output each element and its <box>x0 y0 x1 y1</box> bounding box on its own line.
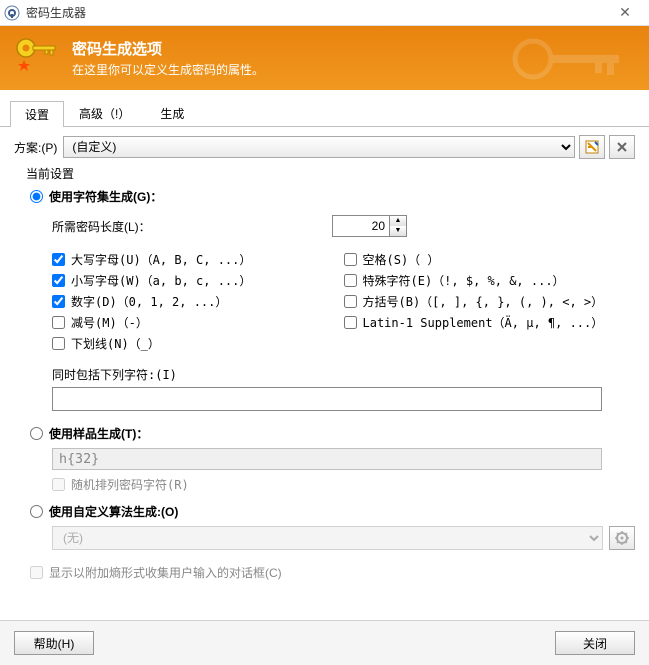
entropy-label: 显示以附加熵形式收集用户输入的对话框(C) <box>49 564 282 581</box>
charset-left-label-4: 下划线(N)（_） <box>71 335 160 352</box>
banner-heading: 密码生成选项 <box>72 38 264 59</box>
radio-pattern[interactable] <box>30 427 43 440</box>
titlebar: 密码生成器 ✕ <box>0 0 649 26</box>
charset-right-checkbox-3[interactable] <box>344 316 357 329</box>
radio-charset[interactable] <box>30 190 43 203</box>
charset-left-checkbox-1[interactable] <box>52 274 65 287</box>
shuffle-checkbox <box>52 478 65 491</box>
radio-algo[interactable] <box>30 505 43 518</box>
charset-left-checkbox-0[interactable] <box>52 253 65 266</box>
charset-left-label-1: 小写字母(W)（a, b, c, ...） <box>71 272 251 289</box>
charset-right-label-1: 特殊字符(E)（!, $, %, &, ...） <box>363 272 565 289</box>
charset-left-checkbox-3[interactable] <box>52 316 65 329</box>
delete-scheme-button[interactable] <box>609 135 635 159</box>
radio-pattern-label: 使用样品生成(T)： <box>49 425 148 442</box>
charset-left-label-3: 减号(M)（-） <box>71 314 148 331</box>
close-icon[interactable]: ✕ <box>605 4 645 21</box>
shuffle-label: 随机排列密码字符(R) <box>71 476 189 493</box>
scheme-select[interactable]: (自定义) <box>63 136 575 158</box>
pattern-input <box>52 448 602 470</box>
tab-bar: 设置 高级（!） 生成 <box>0 96 649 127</box>
charset-left-checkbox-4[interactable] <box>52 337 65 350</box>
radio-algo-label: 使用自定义算法生成:(O) <box>49 503 178 520</box>
charset-right-checkbox-0[interactable] <box>344 253 357 266</box>
banner-watermark <box>499 31 639 87</box>
charset-right-label-3: Latin-1 Supplement（Ä, µ, ¶, ...） <box>363 314 604 331</box>
app-icon <box>4 5 20 21</box>
also-include-label: 同时包括下列字符:(I) <box>52 366 635 383</box>
tab-advanced[interactable]: 高级（!） <box>64 100 145 126</box>
also-include-input[interactable] <box>52 387 602 411</box>
help-button[interactable]: 帮助(H) <box>14 631 94 655</box>
length-spinner[interactable]: ▲ ▼ <box>332 215 407 237</box>
save-scheme-button[interactable] <box>579 135 605 159</box>
entropy-checkbox <box>30 566 43 579</box>
charset-left-label-2: 数字(D)（0, 1, 2, ...） <box>71 293 227 310</box>
algo-config-button <box>609 526 635 550</box>
close-button[interactable]: 关闭 <box>555 631 635 655</box>
banner: 密码生成选项 在这里你可以定义生成密码的属性。 <box>0 26 649 90</box>
banner-sub: 在这里你可以定义生成密码的属性。 <box>72 61 264 78</box>
spinner-down-icon[interactable]: ▼ <box>390 226 406 236</box>
charset-left-checkbox-2[interactable] <box>52 295 65 308</box>
current-settings-label: 当前设置 <box>26 165 635 182</box>
key-icon <box>12 34 60 82</box>
content: 方案:(P) (自定义) 当前设置 使用字符集生成(G)： 所需密码长度(L)：… <box>0 127 649 589</box>
charset-right-label-0: 空格(S)（ ） <box>363 251 440 268</box>
window-title: 密码生成器 <box>26 4 605 21</box>
charset-left-label-0: 大写字母(U)（A, B, C, ...） <box>71 251 251 268</box>
algo-select: (无) <box>52 526 603 550</box>
scheme-label: 方案:(P) <box>14 139 57 156</box>
tab-generate[interactable]: 生成 <box>145 100 199 126</box>
charset-right-checkbox-2[interactable] <box>344 295 357 308</box>
charset-right-checkbox-1[interactable] <box>344 274 357 287</box>
length-input[interactable] <box>333 216 389 236</box>
spinner-up-icon[interactable]: ▲ <box>390 216 406 226</box>
radio-charset-label: 使用字符集生成(G)： <box>49 188 162 205</box>
footer: 帮助(H) 关闭 <box>0 620 649 665</box>
length-label: 所需密码长度(L)： <box>52 218 332 235</box>
tab-settings[interactable]: 设置 <box>10 101 64 127</box>
charset-right-label-2: 方括号(B)（[, ], {, }, (, ), <, >） <box>363 293 604 310</box>
